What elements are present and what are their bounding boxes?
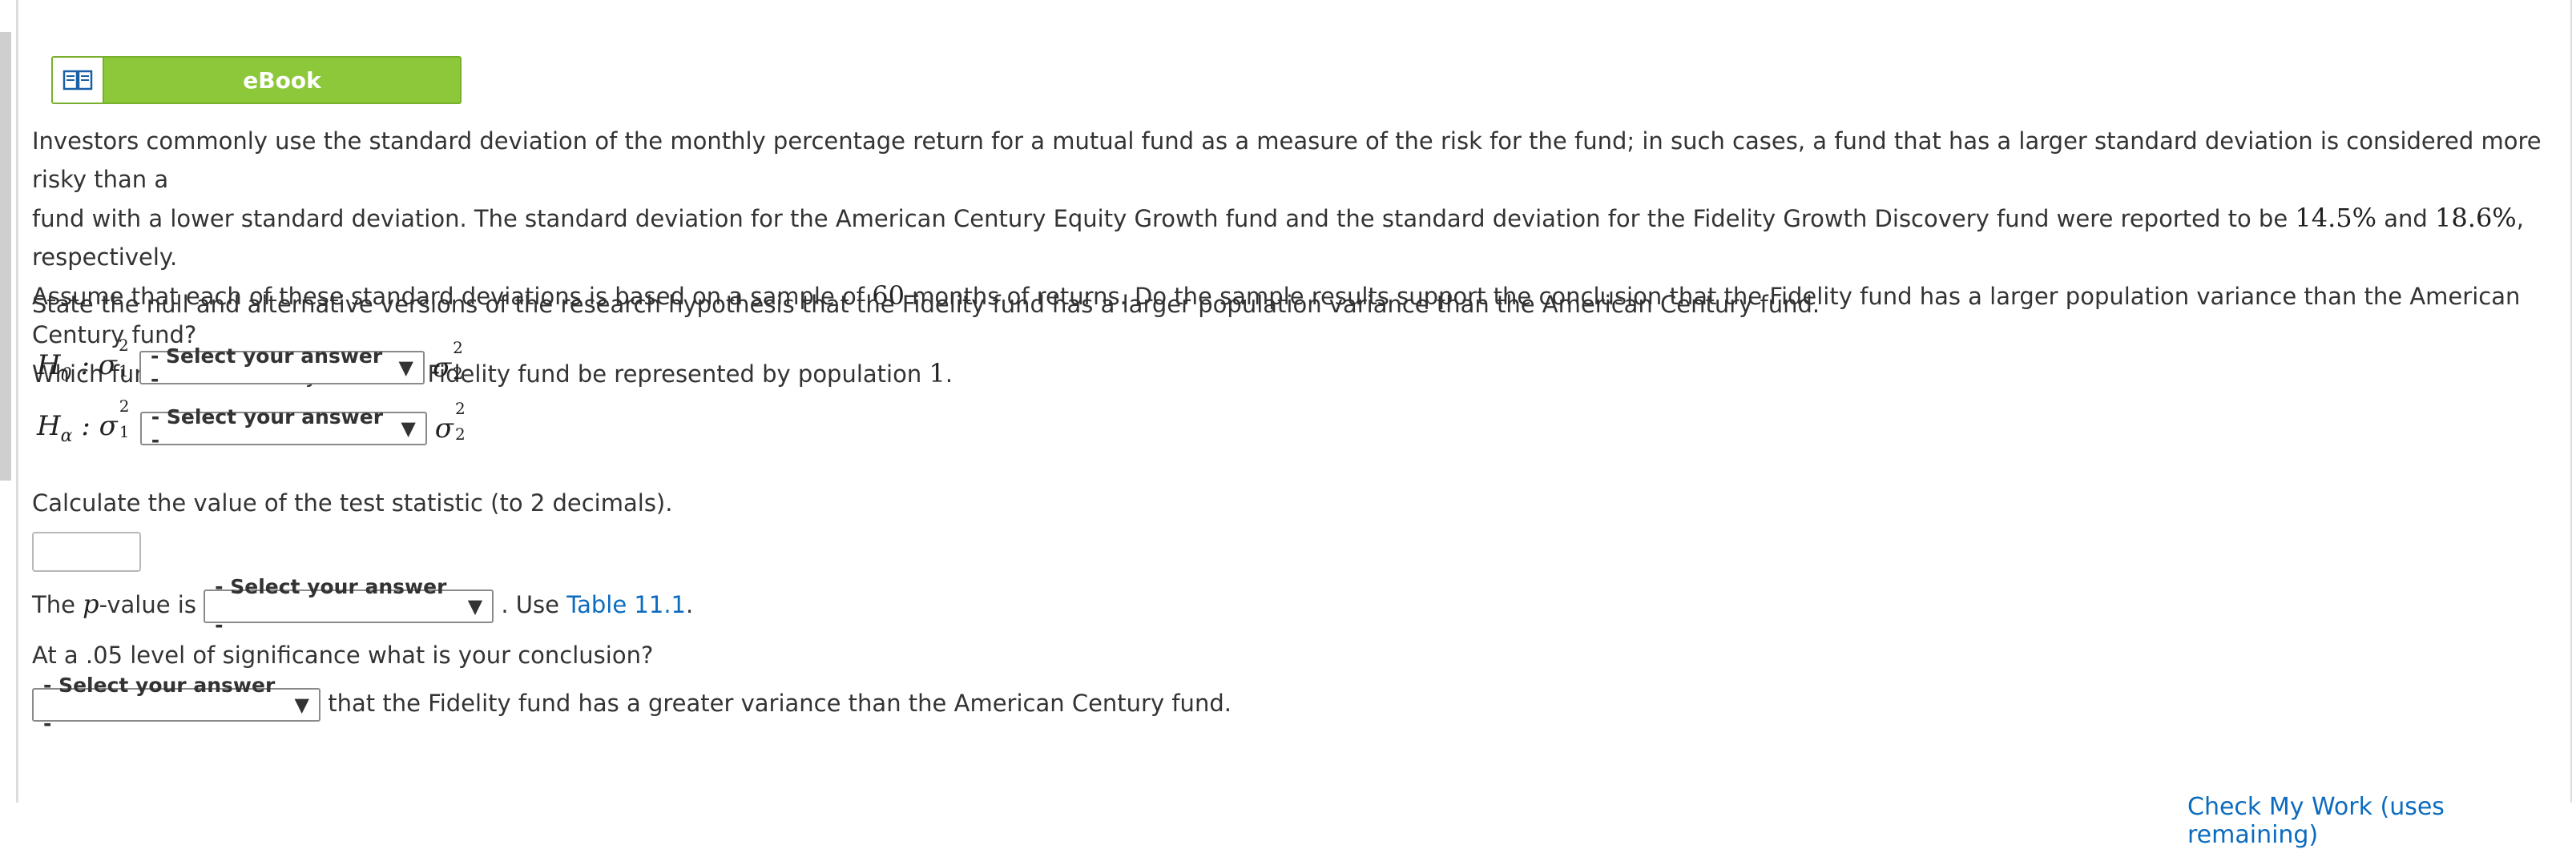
hypothesis-instruction: State the null and alternative versions …: [32, 285, 2560, 324]
dropdown-arrow-icon: ▼: [401, 416, 416, 440]
conclusion-question-text: At a .05 level of significance what is y…: [32, 642, 654, 669]
alternative-hypothesis-row: Hα : σ21 - Select your answer - ▼ σ22: [37, 396, 468, 452]
pvalue-select[interactable]: - Select your answer - ▼: [204, 575, 494, 637]
population-number: 1: [929, 358, 945, 388]
conclusion-row: - Select your answer - ▼ that the Fideli…: [32, 674, 2560, 735]
pvalue-end: .: [686, 591, 694, 618]
ha-select[interactable]: - Select your answer - ▼: [139, 405, 427, 452]
h0-select-value: - Select your answer -: [150, 344, 383, 391]
test-statistic-input[interactable]: [32, 532, 141, 572]
sigma2-squared: σ22: [434, 398, 466, 445]
ebook-button[interactable]: eBook: [51, 56, 462, 104]
sd-value-2: 18.6%: [2435, 203, 2517, 233]
sigma2-squared: σ22: [432, 337, 463, 384]
test-stat-instruction-text: Calculate the value of the test statisti…: [32, 489, 673, 517]
hypothesis-instruction-text: State the null and alternative versions …: [32, 291, 1820, 318]
and-text: and: [2384, 205, 2428, 232]
problem-line-2: fund with a lower standard deviation. Th…: [32, 205, 2288, 232]
h0-label: H0 : σ21: [37, 336, 129, 385]
dropdown-arrow-icon: ▼: [467, 595, 483, 618]
check-my-work-link[interactable]: Check My Work (uses remaining): [2187, 793, 2576, 849]
book-icon: [53, 58, 104, 103]
conclusion-select-value: - Select your answer -: [43, 674, 276, 735]
conclusion-suffix: that the Fidelity fund has a greater var…: [328, 690, 1232, 717]
ebook-label: eBook: [243, 66, 321, 94]
pvalue-prefix: The: [32, 591, 75, 618]
pvalue-row: The p-value is - Select your answer - ▼ …: [32, 575, 2560, 637]
frame-border-right: [2570, 0, 2572, 803]
p-symbol: p: [83, 589, 99, 619]
sd-value-1: 14.5%: [2295, 203, 2377, 233]
period-text: .: [945, 360, 953, 388]
problem-line-1: Investors commonly use the standard devi…: [32, 127, 2542, 193]
frame-border: [16, 0, 18, 803]
dropdown-arrow-icon: ▼: [398, 356, 413, 379]
table-link[interactable]: Table 11.1: [566, 591, 686, 618]
h0-select[interactable]: - Select your answer - ▼: [139, 344, 425, 391]
conclusion-select[interactable]: - Select your answer - ▼: [32, 674, 320, 735]
null-hypothesis-row: H0 : σ21 - Select your answer - ▼ σ22: [37, 336, 466, 391]
dropdown-arrow-icon: ▼: [294, 694, 309, 716]
ha-select-value: - Select your answer -: [151, 404, 384, 452]
test-stat-instruction: Calculate the value of the test statisti…: [32, 484, 2560, 522]
ha-label: Hα : σ21: [37, 396, 130, 446]
pvalue-mid: -value is: [99, 591, 196, 618]
conclusion-question: At a .05 level of significance what is y…: [32, 636, 2560, 674]
pvalue-select-value: - Select your answer -: [215, 575, 447, 637]
left-scrollbar[interactable]: [0, 32, 11, 481]
pvalue-use-text: . Use: [501, 591, 559, 618]
